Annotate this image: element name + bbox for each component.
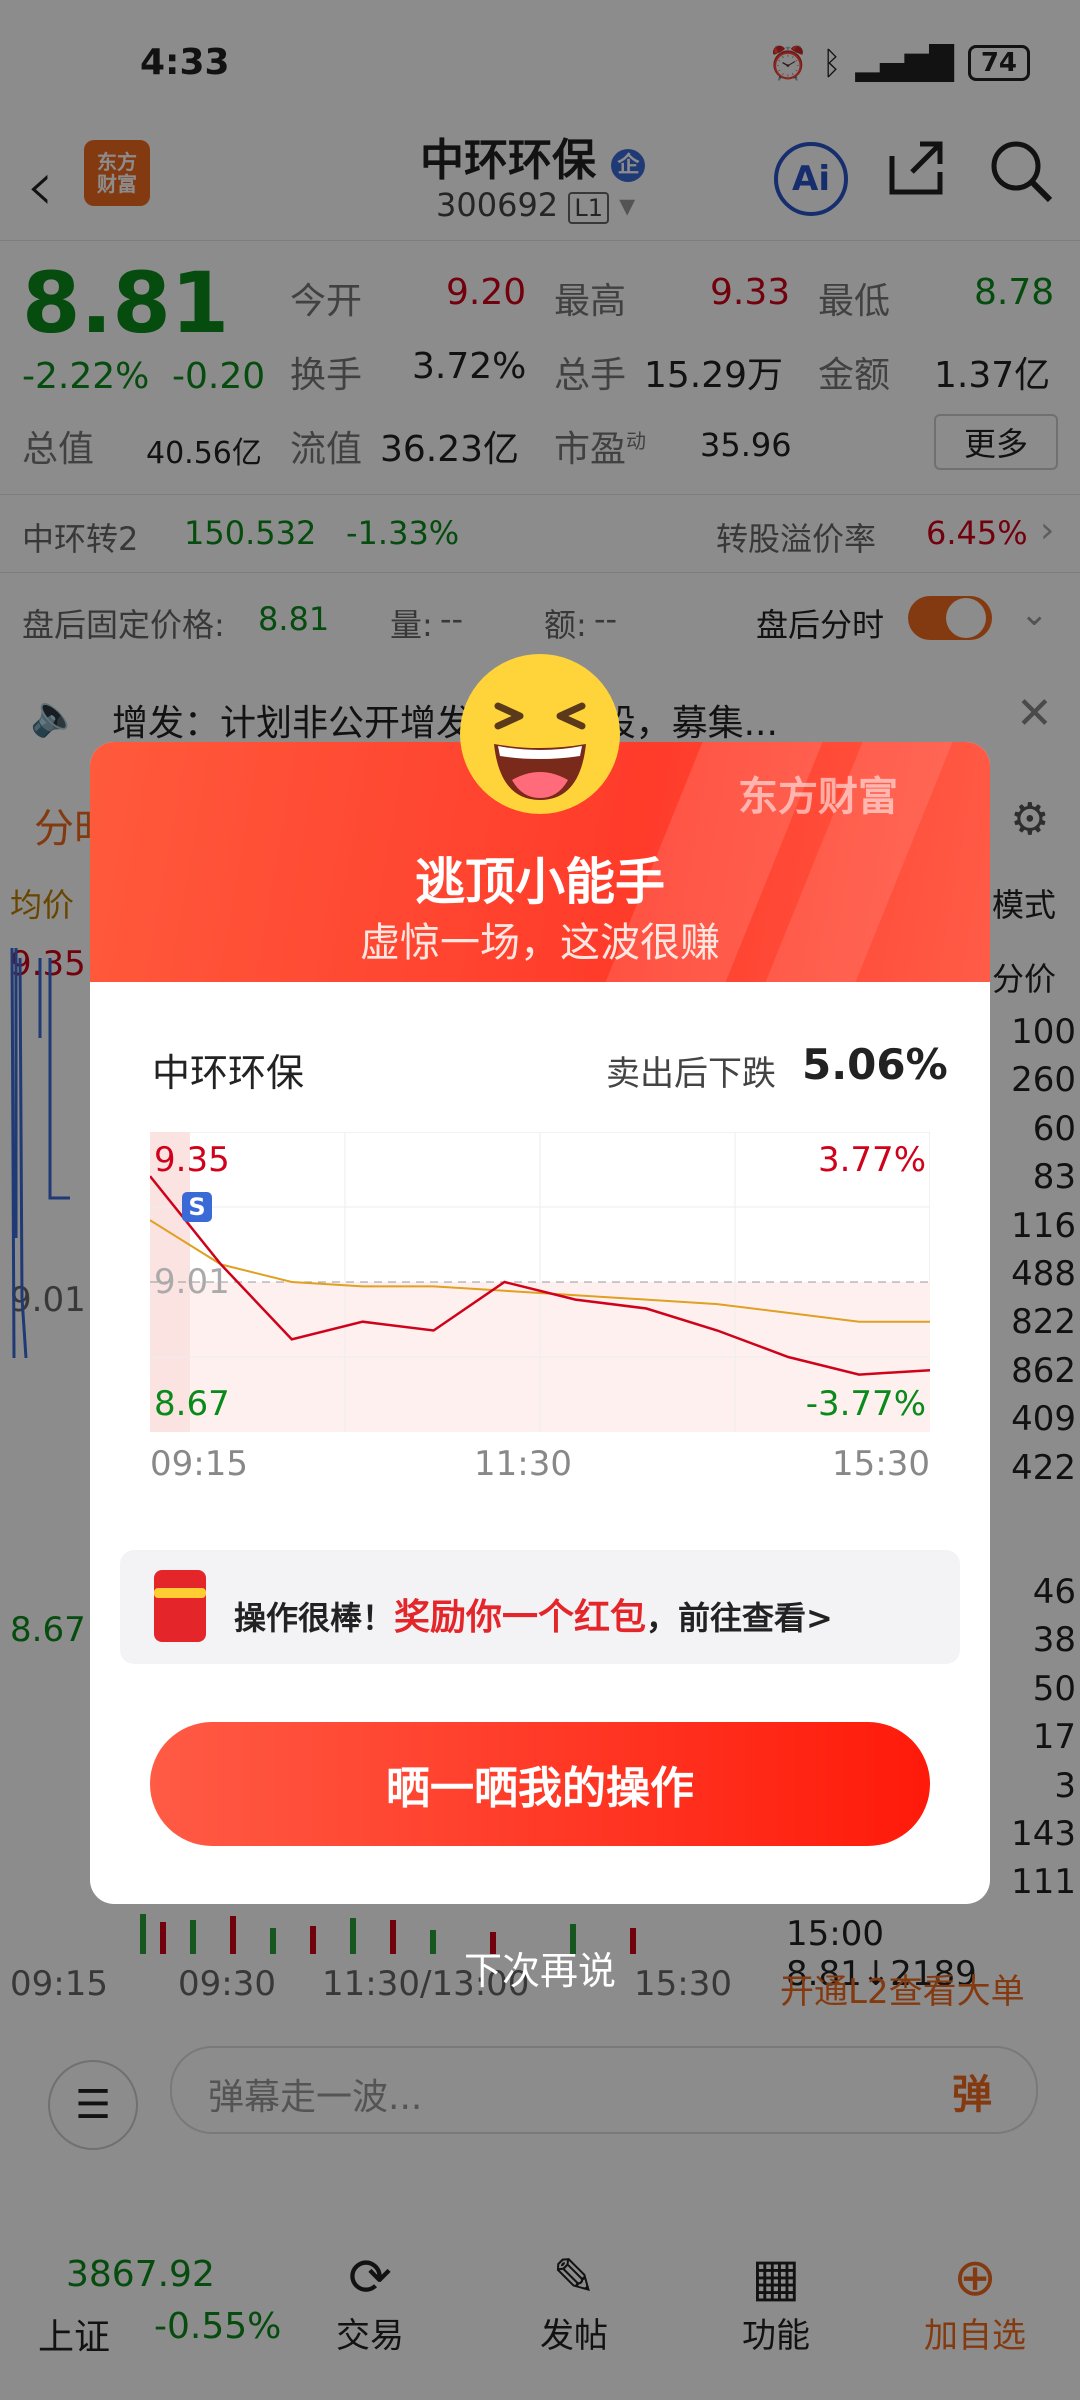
reward-suffix: ，前往查看> [646,1599,833,1637]
chart-bottom-pct: -3.77% [805,1384,926,1424]
reward-text[interactable]: 操作很棒！奖励你一个红包，前往查看> [234,1588,833,1640]
reward-prefix: 操作很棒！ [234,1599,395,1637]
chart-top-pct: 3.77% [817,1140,926,1180]
laughing-emoji-icon [458,652,622,816]
chart-mid-label: 9.01 [154,1262,230,1302]
brand-watermark: 东方财富 [738,774,898,820]
modal-stock-name: 中环环保 [152,1051,305,1095]
chart-bottom-label: 8.67 [154,1384,230,1424]
x-tick-end: 15:30 [832,1444,930,1484]
achievement-modal: 东方财富 逃顶小能手 虚惊一场，这波很赚 中环环保 卖出后下跌 5.06% 9.… [90,742,990,1904]
intraday-chart: 9.35 9.01 8.67 3.77% -3.77% S [149,1131,931,1433]
drop-value: 5.06% [802,1040,948,1089]
modal-title: 逃顶小能手 [415,853,665,911]
share-operation-button[interactable]: 晒一晒我的操作 [150,1722,930,1846]
chart-top-label: 9.35 [154,1140,230,1180]
drop-label: 卖出后下跌 [606,1054,776,1094]
modal-subtitle: 虚惊一场，这波很赚 [360,920,720,966]
later-button[interactable]: 下次再说 [0,1940,1080,1995]
sell-marker: S [182,1192,212,1222]
red-envelope-icon [154,1570,206,1642]
x-tick-start: 09:15 [150,1444,248,1484]
x-tick-mid: 11:30 [474,1444,572,1484]
reward-highlight: 奖励你一个红包 [394,1597,647,1638]
